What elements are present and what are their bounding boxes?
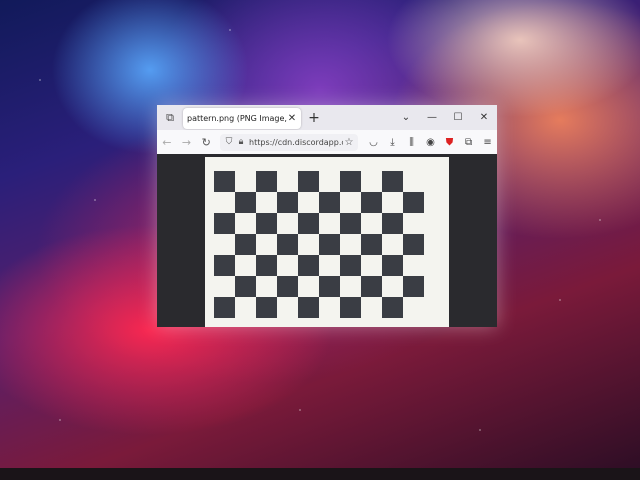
tab-bar: ⧉ pattern.png (PNG Image, 1754 × 12 ✕ + … [157,105,497,130]
checker-square [214,213,235,234]
checker-square [256,297,277,318]
maximize-icon[interactable]: ☐ [445,112,471,123]
forward-arrow-icon[interactable]: → [177,136,197,149]
checker-square [340,297,361,318]
checker-square [340,255,361,276]
checker-square [298,171,319,192]
checker-square [319,192,340,213]
minimize-icon[interactable]: — [419,112,445,123]
pattern-image [205,157,449,327]
checker-square [361,192,382,213]
checker-square [298,213,319,234]
window-close-icon[interactable]: ✕ [471,112,497,123]
tab-list-icon[interactable]: ⧉ [157,105,183,130]
checker-square [319,276,340,297]
checker-square [298,297,319,318]
account-icon[interactable]: ◉ [421,137,440,148]
tab-title: pattern.png (PNG Image, 1754 × 12 [187,114,287,123]
checker-square [277,192,298,213]
checker-square [298,255,319,276]
pocket-icon[interactable]: ◡ [364,137,383,148]
checker-square [235,234,256,255]
checker-square [382,297,403,318]
download-icon[interactable]: ⤓ [383,137,402,148]
checker-square [256,255,277,276]
checker-square [361,276,382,297]
checker-square [256,213,277,234]
checker-square [340,171,361,192]
checker-square [382,213,403,234]
checker-square [361,234,382,255]
checker-square [382,171,403,192]
checker-square [403,192,424,213]
checker-square [277,276,298,297]
back-arrow-icon[interactable]: ← [157,136,177,149]
url-text[interactable]: https://cdn.discordapp.co [249,138,343,147]
checker-square [403,276,424,297]
checker-square [214,255,235,276]
page-content [157,154,497,327]
monitor-bezel [0,468,640,480]
checker-square [340,213,361,234]
reload-icon[interactable]: ↻ [196,136,216,149]
tab-pattern[interactable]: pattern.png (PNG Image, 1754 × 12 ✕ [183,108,301,129]
chevron-down-icon[interactable]: ⌄ [393,112,419,123]
checker-square [214,297,235,318]
ublock-icon[interactable]: ⛊ [440,137,459,148]
checker-square [256,171,277,192]
plus-icon[interactable]: + [301,110,327,126]
menu-icon[interactable]: ≡ [478,137,497,148]
shield-icon[interactable]: ⛉ [223,137,235,147]
library-icon[interactable]: ⫼ [402,137,421,148]
checker-square [382,255,403,276]
checker-square [277,234,298,255]
bookmark-star-icon[interactable]: ☆ [343,137,355,148]
checker-square [319,234,340,255]
checker-square [235,192,256,213]
extensions-icon[interactable]: ⧉ [459,137,478,148]
checker-square [403,234,424,255]
browser-window: ⧉ pattern.png (PNG Image, 1754 × 12 ✕ + … [157,105,497,327]
url-bar[interactable]: ⛉ 🔒︎ https://cdn.discordapp.co ☆ [220,133,359,151]
toolbar-icons: ◡ ⤓ ⫼ ◉ ⛊ ⧉ ≡ [364,137,497,148]
lock-icon[interactable]: 🔒︎ [235,137,247,147]
nav-bar: ← → ↻ ⛉ 🔒︎ https://cdn.discordapp.co ☆ ◡… [157,130,497,155]
checker-square [235,276,256,297]
checker-square [214,171,235,192]
close-icon[interactable]: ✕ [287,113,297,124]
